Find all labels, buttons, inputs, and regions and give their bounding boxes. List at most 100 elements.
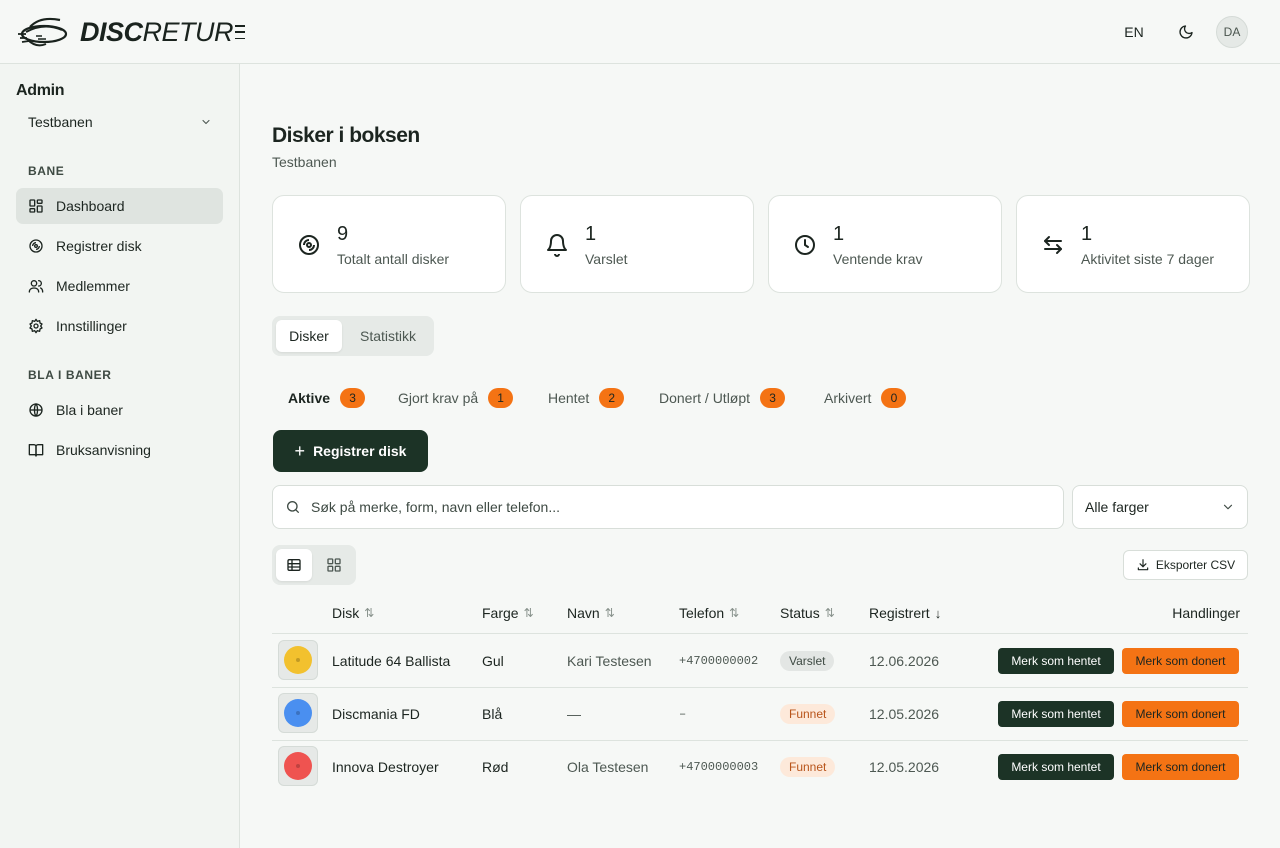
stat-label: Varslet <box>585 251 628 267</box>
sort-icon: ⇅ <box>604 606 615 620</box>
arrows-exchange-icon <box>1044 236 1062 254</box>
subtab-donert-utlopt[interactable]: Donert / Utløpt 3 <box>659 386 786 410</box>
sidebar-item-dashboard[interactable]: Dashboard <box>16 188 223 224</box>
column-header-label: Farge <box>482 605 519 621</box>
grid-view-button[interactable] <box>316 549 352 581</box>
sort-desc-icon: ↓ <box>934 605 942 621</box>
count-badge: 2 <box>599 388 625 408</box>
subtab-hentet[interactable]: Hentet 2 <box>548 386 625 410</box>
sidebar-item-label: Dashboard <box>56 198 125 214</box>
column-header-status[interactable]: Status ⇅ <box>780 604 835 622</box>
stat-value: 1 <box>1081 223 1093 245</box>
disc-thumbnail <box>278 640 318 680</box>
disc-thumbnail <box>278 746 318 786</box>
status-badge: Funnet <box>780 703 836 724</box>
column-header-farge[interactable]: Farge ⇅ <box>482 604 534 622</box>
logo[interactable]: DISCRETUR <box>16 12 246 52</box>
main-content: Disker i boksen Testbanen 9 Totalt antal… <box>240 64 1280 848</box>
cell-navn: Kari Testesen <box>567 652 652 669</box>
sidebar-admin-label: Admin <box>16 82 65 99</box>
color-filter-select[interactable]: Alle farger <box>1072 485 1248 529</box>
cell-telefon: +4700000002 <box>679 653 759 668</box>
sidebar-item-registrer-disk[interactable]: Registrer disk <box>16 228 223 264</box>
subtab-label: Aktive <box>288 390 331 406</box>
main-tabs: Disker Statistikk <box>272 316 434 356</box>
column-header-label: Telefon <box>679 605 725 621</box>
mark-collected-button[interactable]: Merk som hentet <box>998 648 1114 674</box>
mark-collected-button[interactable]: Merk som hentet <box>998 701 1114 727</box>
subtab-label: Gjort krav på <box>398 390 479 406</box>
theme-toggle-button[interactable] <box>1170 16 1202 48</box>
stat-card-total: 9 Totalt antall disker <box>272 195 506 293</box>
disc-color-swatch <box>284 752 312 780</box>
stat-card-ventende-krav: 1 Ventende krav <box>768 195 1002 293</box>
cell-navn: — <box>567 705 581 722</box>
course-select-value: Testbanen <box>28 114 93 130</box>
status-badge: Funnet <box>780 756 836 777</box>
column-header-telefon[interactable]: Telefon ⇅ <box>679 604 739 622</box>
tab-disker[interactable]: Disker <box>276 320 342 352</box>
disc-icon <box>299 235 319 255</box>
mark-donated-button[interactable]: Merk som donert <box>1122 701 1239 727</box>
table-view-button[interactable] <box>276 549 312 581</box>
stat-label: Totalt antall disker <box>337 251 450 267</box>
register-disc-button[interactable]: + Registrer disk <box>273 430 428 472</box>
stat-card-aktivitet: 1 Aktivitet siste 7 dager <box>1016 195 1250 293</box>
sidebar-section-bane: BANE <box>28 164 65 178</box>
tab-statistikk[interactable]: Statistikk <box>346 320 430 352</box>
cell-disk: Innova Destroyer <box>332 758 439 775</box>
sidebar-item-bla-i-baner[interactable]: Bla i baner <box>16 392 223 428</box>
column-header-disk[interactable]: Disk ⇅ <box>332 604 374 622</box>
column-header-label: Status <box>780 605 820 621</box>
stat-card-varslet: 1 Varslet <box>520 195 754 293</box>
sidebar-item-medlemmer[interactable]: Medlemmer <box>16 268 223 304</box>
column-header-registrert[interactable]: Registrert ↓ <box>869 604 941 622</box>
sidebar-item-innstillinger[interactable]: Innstillinger <box>16 308 223 344</box>
sidebar-item-label: Bla i baner <box>56 402 123 418</box>
top-header: DISCRETUR EN DA <box>0 0 1280 64</box>
course-select[interactable]: Testbanen <box>16 106 224 138</box>
register-disc-label: Registrer disk <box>313 443 407 459</box>
page-subtitle: Testbanen <box>272 154 337 170</box>
export-csv-button[interactable]: Eksporter CSV <box>1123 550 1248 580</box>
mark-collected-button[interactable]: Merk som hentet <box>998 754 1114 780</box>
stat-label: Aktivitet siste 7 dager <box>1081 251 1215 267</box>
sort-icon: ⇅ <box>729 606 740 620</box>
mark-donated-button[interactable]: Merk som donert <box>1122 754 1239 780</box>
logo-text-thin: RETUR <box>142 16 234 47</box>
cell-registrert: 12.05.2026 <box>869 758 940 775</box>
stat-value: 1 <box>833 223 845 245</box>
header-actions: EN DA <box>1116 16 1248 48</box>
subtab-label: Donert / Utløpt <box>659 390 751 406</box>
grid-icon <box>327 558 341 572</box>
cell-status: Funnet <box>780 687 836 740</box>
table-row[interactable]: Discmania FD Blå — – Funnet 12.05.2026 M… <box>272 687 1248 740</box>
stat-value: 1 <box>585 223 597 245</box>
column-header-label: Disk <box>332 605 360 621</box>
chevron-down-icon <box>202 119 210 125</box>
book-icon <box>28 442 44 458</box>
table-row[interactable]: Innova Destroyer Rød Ola Testesen +47000… <box>272 740 1248 793</box>
language-toggle[interactable]: EN <box>1116 24 1152 40</box>
moon-icon <box>1179 25 1193 39</box>
frisbee-logo-icon <box>18 17 68 47</box>
sidebar: Admin Testbanen BANE Dashboard Registrer… <box>0 64 240 848</box>
cell-registrert: 12.06.2026 <box>869 652 940 669</box>
cell-disk: Discmania FD <box>332 705 420 722</box>
cell-status: Varslet <box>780 634 835 687</box>
avatar[interactable]: DA <box>1216 16 1248 48</box>
subtab-label: Arkivert <box>824 390 872 406</box>
sort-icon: ⇅ <box>523 606 534 620</box>
subtab-arkivert[interactable]: Arkivert 0 <box>824 386 907 410</box>
column-header-navn[interactable]: Navn ⇅ <box>567 604 615 622</box>
subtab-gjort-krav[interactable]: Gjort krav på 1 <box>398 386 514 410</box>
mark-donated-button[interactable]: Merk som donert <box>1122 648 1239 674</box>
sidebar-item-bruksanvisning[interactable]: Bruksanvisning <box>16 432 223 468</box>
search-input[interactable] <box>311 499 1011 515</box>
subtab-aktive[interactable]: Aktive 3 <box>288 386 366 410</box>
table-row[interactable]: Latitude 64 Ballista Gul Kari Testesen +… <box>272 634 1248 687</box>
disc-color-swatch <box>284 646 312 674</box>
users-icon <box>28 278 44 294</box>
count-badge: 3 <box>760 388 786 408</box>
sidebar-item-label: Registrer disk <box>56 238 142 254</box>
